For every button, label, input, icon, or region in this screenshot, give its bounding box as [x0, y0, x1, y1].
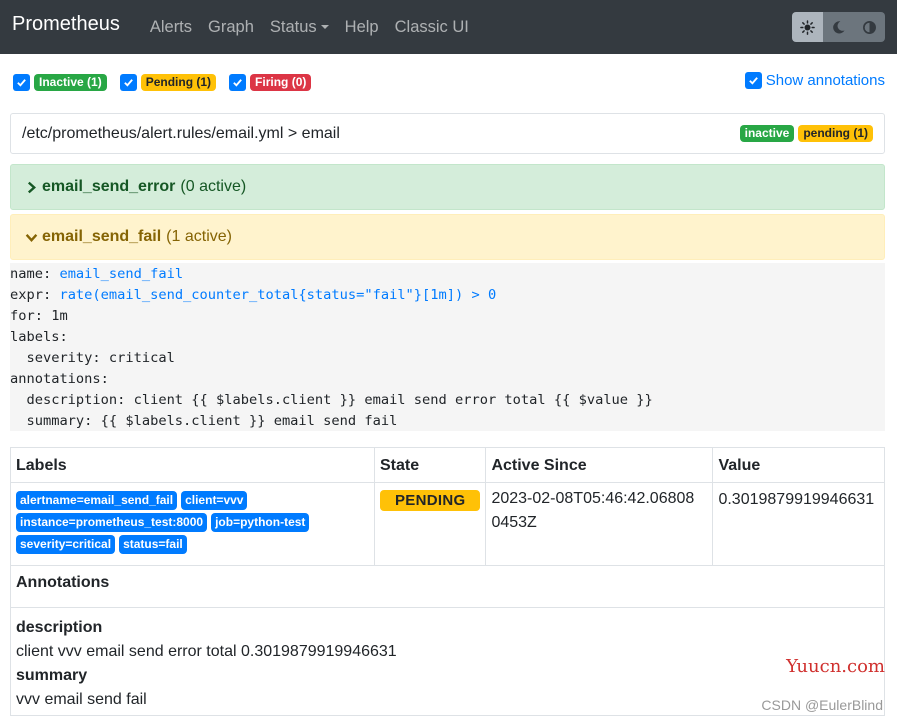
alert-name: email_send_fail: [42, 228, 162, 245]
pending-badge: Pending (1): [140, 73, 217, 91]
check-icon: [748, 77, 758, 85]
rule-severity-line: severity: critical: [10, 350, 175, 366]
labels-cell: alertname=email_send_fail client=vvv ins…: [10, 482, 375, 566]
top-navbar: Prometheus Alerts Graph Status Help Clas…: [0, 0, 897, 54]
annotations-title-row: Annotations: [10, 565, 885, 608]
theme-light-button[interactable]: [792, 12, 823, 42]
chevron-down-icon: [25, 231, 38, 244]
annotations-body-row: description client vvv email send error …: [10, 607, 885, 716]
nav-status-label: Status: [269, 17, 317, 36]
label-badge: job=python-test: [211, 513, 310, 532]
contrast-icon: [863, 20, 876, 34]
nav-graph[interactable]: Graph: [208, 18, 254, 37]
alert-value: 0.3019879919946631: [718, 491, 875, 508]
nav-help[interactable]: Help: [345, 18, 379, 37]
active-alerts-table: Labels State Active Since Value alertnam…: [10, 447, 885, 716]
label-badge: status=fail: [119, 535, 187, 554]
filter-firing[interactable]: Firing (0): [229, 73, 312, 91]
check-icon: [17, 78, 26, 87]
alert-email-send-fail[interactable]: email_send_fail (1 active): [10, 214, 885, 260]
active-since-cell: 2023-02-08T05:46:42.068080453Z: [485, 482, 714, 566]
rule-expr-key: expr:: [10, 287, 60, 303]
rule-labels-line: labels:: [10, 329, 68, 345]
author-watermark: CSDN @EulerBlind: [761, 697, 883, 713]
rule-file-header: /etc/prometheus/alert.rules/email.yml > …: [10, 113, 885, 154]
rule-expr-line: expr: rate(email_send_counter_total{stat…: [10, 285, 885, 306]
rule-name-link[interactable]: email_send_fail: [59, 266, 183, 282]
state-badge: PENDING: [380, 490, 481, 511]
pending-checkbox[interactable]: [119, 73, 137, 91]
rule-file-badges: inactive pending (1): [739, 125, 873, 142]
label-badge: severity=critical: [16, 535, 116, 554]
theme-dark-button[interactable]: [823, 12, 854, 42]
annotations-title: Annotations: [10, 565, 885, 608]
show-annotations-label: Show annotations: [765, 72, 885, 89]
annotation-description-value: client vvv email send error total 0.3019…: [16, 643, 397, 660]
annotation-summary-label: summary: [16, 667, 88, 684]
table-header-row: Labels State Active Since Value: [10, 447, 885, 483]
rule-pending-badge: pending (1): [798, 125, 873, 142]
label-badge: instance=prometheus_test:8000: [16, 513, 208, 532]
nav-status[interactable]: Status: [270, 18, 329, 37]
col-value: Value: [712, 447, 885, 483]
rule-inactive-badge: inactive: [739, 125, 795, 142]
rule-definition: name: email_send_fail expr: rate(email_se…: [10, 263, 885, 431]
show-annotations-toggle[interactable]: Show annotations: [744, 72, 885, 89]
rule-name-key: name:: [10, 266, 60, 282]
annotation-description-label: description: [16, 619, 103, 636]
inactive-checkbox[interactable]: [13, 73, 30, 91]
annotation-summary-value: vvv email send fail: [16, 691, 147, 708]
theme-auto-button[interactable]: [854, 12, 885, 42]
label-badge: alertname=email_send_fail: [16, 491, 178, 510]
rule-summary-line: summary: {{ $labels.client }} email send…: [10, 413, 398, 429]
col-active-since: Active Since: [485, 447, 714, 483]
rule-file-path: /etc/prometheus/alert.rules/email.yml > …: [22, 124, 340, 142]
table-row: alertname=email_send_fail client=vvv ins…: [10, 482, 885, 566]
label-badges: alertname=email_send_fail client=vvv ins…: [16, 491, 366, 554]
nav-alerts[interactable]: Alerts: [150, 18, 192, 37]
firing-checkbox[interactable]: [229, 73, 247, 91]
state-cell: PENDING: [373, 482, 487, 566]
filter-pending[interactable]: Pending (1): [119, 73, 217, 91]
alert-email-send-error[interactable]: email_send_error (0 active): [10, 164, 885, 210]
rule-for-line: for: 1m: [10, 308, 68, 324]
active-since-value: 2023-02-08T05:46:42.068080453Z: [491, 490, 695, 531]
brand-logo[interactable]: Prometheus: [12, 13, 120, 36]
filter-inactive[interactable]: Inactive (1): [13, 73, 107, 91]
chevron-right-icon: [25, 181, 38, 194]
caret-down-icon: [320, 25, 329, 29]
firing-badge: Firing (0): [250, 73, 312, 91]
alert-active-count: (0 active): [180, 178, 247, 195]
rule-description-line: description: client {{ $labels.client }}…: [10, 392, 653, 408]
rule-name-line: name: email_send_fail: [10, 264, 885, 285]
check-icon: [123, 78, 133, 87]
alert-active-count: (1 active): [166, 228, 232, 245]
alert-name: email_send_error: [42, 178, 176, 195]
state-filters: Inactive (1) Pending (1) Firing (0) Show…: [13, 72, 885, 92]
col-labels: Labels: [10, 447, 375, 483]
check-icon: [233, 78, 242, 87]
site-watermark: Yuucn.com: [786, 656, 885, 677]
theme-toggle-group: [792, 12, 885, 42]
rule-expr-link[interactable]: rate(email_send_counter_total{status="fa…: [59, 287, 496, 303]
label-badge: client=vvv: [181, 491, 248, 510]
annotations-body: description client vvv email send error …: [10, 607, 885, 716]
col-state: State: [373, 447, 487, 483]
nav-classic-ui[interactable]: Classic UI: [395, 18, 469, 37]
moon-icon: [833, 20, 845, 33]
inactive-badge: Inactive (1): [34, 73, 107, 91]
value-cell: 0.3019879919946631: [712, 482, 885, 566]
sun-icon: [800, 19, 815, 35]
show-annotations-checkbox[interactable]: [744, 72, 762, 89]
rule-annotations-line: annotations:: [10, 371, 109, 387]
